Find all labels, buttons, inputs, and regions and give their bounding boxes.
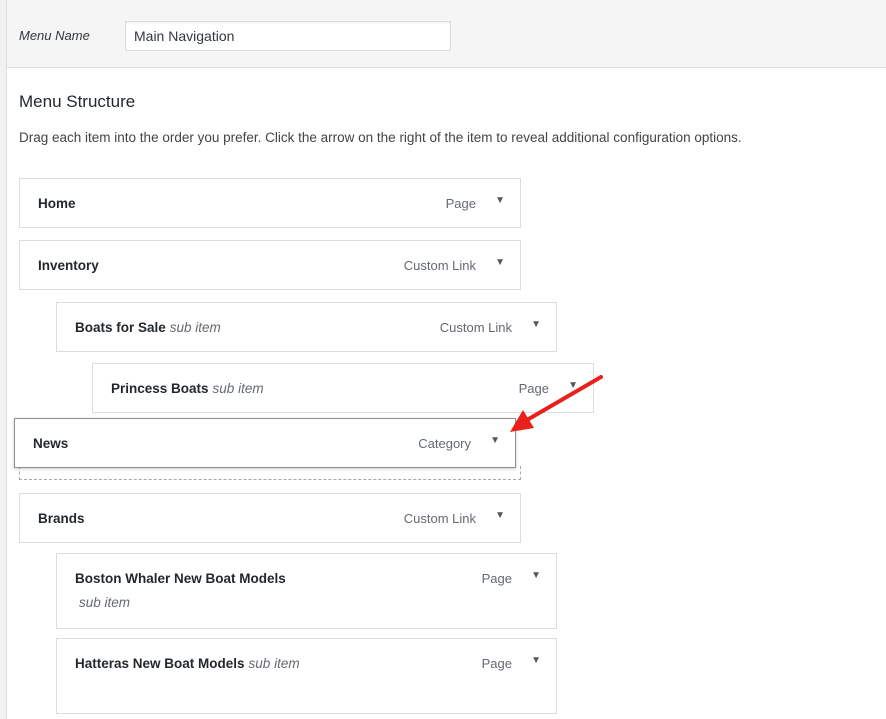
triangle-down-icon[interactable]: ▼ [495, 195, 505, 206]
menu-structure-title: Menu Structure [19, 92, 136, 111]
menu-name-bar: Menu Name [6, 0, 886, 68]
menu-item-type: Custom Link [403, 258, 476, 273]
menu-item-home[interactable]: Home Page ▼ [19, 178, 521, 228]
triangle-down-icon[interactable]: ▼ [568, 380, 578, 391]
menu-item-brands[interactable]: Brands Custom Link ▼ [19, 493, 521, 543]
menu-item-title: Inventory [38, 258, 99, 273]
menu-item-type: Custom Link [439, 320, 512, 335]
menu-item-title: Hatteras New Boat Models sub item [75, 656, 300, 671]
menu-item-title: Boats for Sale sub item [75, 320, 221, 335]
drop-placeholder [19, 466, 521, 480]
sub-item-label: sub item [169, 320, 221, 335]
triangle-down-icon[interactable]: ▼ [490, 435, 500, 446]
menu-item-type: Page [481, 656, 512, 671]
menu-item-boston-whaler[interactable]: Boston Whaler New Boat Models sub item Pa… [56, 553, 557, 629]
menu-item-title: Home [38, 196, 76, 211]
menu-item-inventory[interactable]: Inventory Custom Link ▼ [19, 240, 521, 290]
menu-item-title: Boston Whaler New Boat Models sub item [75, 571, 286, 610]
menu-item-type: Category [418, 436, 471, 451]
menu-item-hatteras[interactable]: Hatteras New Boat Models sub item Page ▼ [56, 638, 557, 714]
sub-item-label: sub item [79, 595, 131, 610]
menu-item-title: Brands [38, 511, 85, 526]
triangle-down-icon[interactable]: ▼ [531, 319, 541, 330]
menu-item-news[interactable]: News Category ▼ [14, 418, 516, 468]
triangle-down-icon[interactable]: ▼ [495, 510, 505, 521]
triangle-down-icon[interactable]: ▼ [531, 570, 541, 581]
menu-item-type: Page [518, 381, 549, 396]
menu-item-type: Custom Link [403, 511, 476, 526]
sub-item-label: sub item [212, 381, 264, 396]
menu-item-boats-for-sale[interactable]: Boats for Sale sub item Custom Link ▼ [56, 302, 557, 352]
menu-name-input[interactable] [125, 21, 451, 51]
menu-item-type: Page [481, 571, 512, 586]
menu-item-princess-boats[interactable]: Princess Boats sub item Page ▼ [92, 363, 594, 413]
menu-item-title: News [33, 436, 69, 451]
menu-structure-instructions: Drag each item into the order you prefer… [19, 130, 742, 145]
triangle-down-icon[interactable]: ▼ [495, 257, 505, 268]
menu-name-label: Menu Name [19, 28, 90, 43]
menu-item-title: Princess Boats sub item [111, 381, 264, 396]
menu-item-type: Page [445, 196, 476, 211]
triangle-down-icon[interactable]: ▼ [531, 655, 541, 666]
sub-item-label: sub item [248, 656, 300, 671]
